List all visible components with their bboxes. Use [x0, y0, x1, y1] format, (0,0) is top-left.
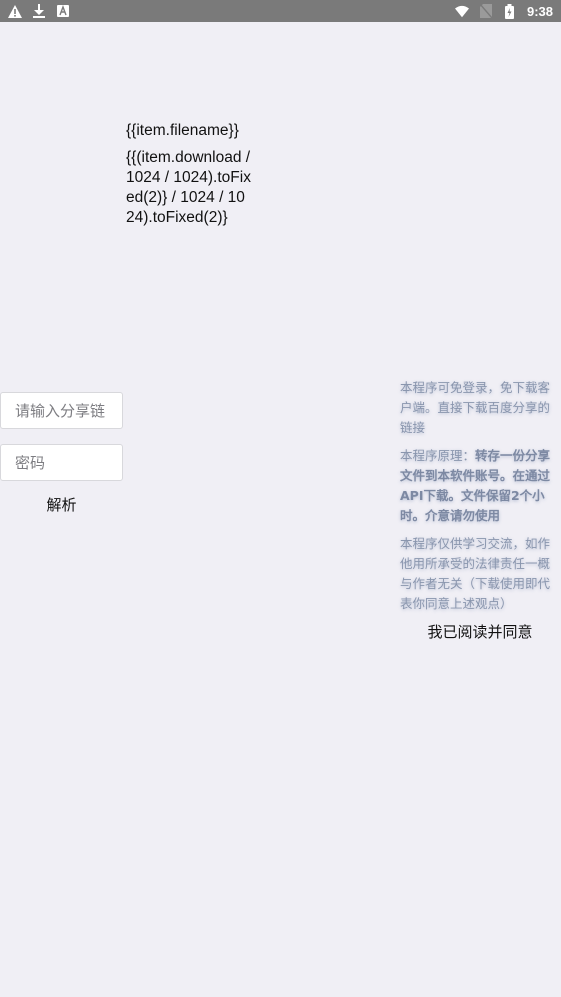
notice-paragraph-3: 本程序仅供学习交流，如作他用所承受的法律责任一概与作者无关（下载使用即代表你同意… — [400, 536, 551, 611]
status-bar-left — [8, 4, 70, 18]
file-info: {{item.filename}} {{(item.download / 102… — [126, 121, 251, 228]
notice-principle-label: 本程序原理： — [400, 448, 476, 463]
parse-button[interactable]: 解析 — [0, 491, 123, 517]
app-a-icon — [56, 4, 70, 18]
password-input[interactable] — [0, 444, 123, 481]
notice-paragraph-1: 本程序可免登录，免下载客户端。直接下载百度分享的链接 — [400, 380, 551, 435]
download-icon — [32, 4, 46, 18]
notice-paragraph-2: 本程序原理：转存一份分享文件到本软件账号。在通过API下载。文件保留2个小时。介… — [400, 446, 560, 526]
status-bar: 9:38 — [0, 0, 561, 22]
share-link-input[interactable] — [0, 392, 123, 429]
battery-icon — [503, 3, 517, 19]
status-bar-right: 9:38 — [454, 3, 553, 19]
no-sim-icon — [479, 4, 493, 18]
file-size: {{(item.download / 1024 / 1024).toFixed(… — [126, 149, 251, 226]
notice-panel: 本程序可免登录，免下载客户端。直接下载百度分享的链接 本程序原理：转存一份分享文… — [400, 378, 560, 622]
status-time: 9:38 — [526, 3, 553, 19]
warning-icon — [8, 4, 22, 18]
file-name: {{item.filename}} — [126, 122, 239, 139]
wifi-icon — [454, 4, 469, 18]
agree-button[interactable]: 我已阅读并同意 — [400, 619, 560, 643]
